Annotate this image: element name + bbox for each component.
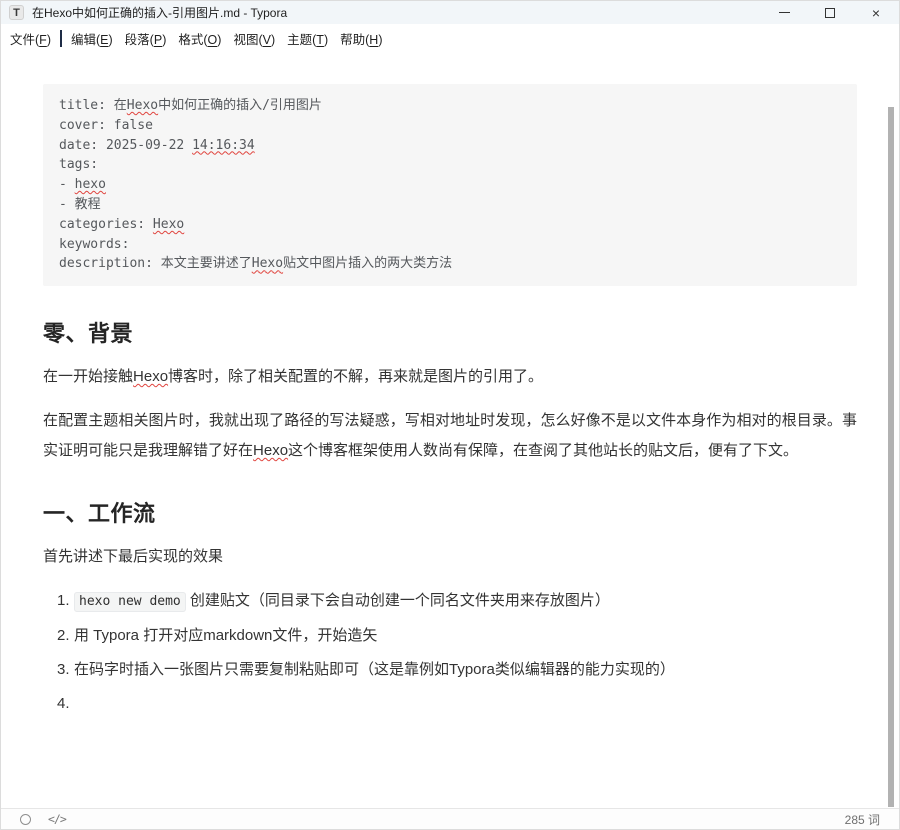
word-count: 285 词 [845, 811, 880, 828]
menu-edit[interactable]: 编辑(E) [65, 26, 119, 51]
text-caret [60, 30, 62, 47]
list-item-text: 用 Typora 打开对应markdown文件，开始造矢 [74, 621, 377, 651]
titlebar: T 在Hexo中如何正确的插入-引用图片.md - Typora × [1, 1, 899, 24]
menu-format[interactable]: 格式(O) [172, 26, 227, 51]
frontmatter-line: tags: [59, 155, 841, 175]
typora-app-icon: T [9, 5, 24, 20]
list-marker: 1. [57, 586, 74, 617]
paragraph: 在一开始接触Hexo博客时，除了相关配置的不解，再来就是图片的引用了。 [43, 362, 857, 392]
list-item-text: hexo new demo 创建贴文（同目录下会自动创建一个同名文件夹用来存放图… [74, 586, 610, 617]
list-item: 2. 用 Typora 打开对应markdown文件，开始造矢 [57, 621, 857, 651]
frontmatter-line: title: 在Hexo中如何正确的插入/引用图片 [59, 96, 841, 116]
paragraph: 首先讲述下最后实现的效果 [43, 542, 857, 572]
scrollbar-thumb[interactable] [888, 107, 894, 807]
frontmatter-line: - 教程 [59, 195, 841, 215]
typora-window: T 在Hexo中如何正确的插入-引用图片.md - Typora × 文件(F)… [0, 0, 900, 830]
yaml-frontmatter-block[interactable]: title: 在Hexo中如何正确的插入/引用图片 cover: false d… [43, 84, 857, 286]
frontmatter-line: cover: false [59, 116, 841, 136]
frontmatter-line: categories: Hexo [59, 215, 841, 235]
list-marker: 3. [57, 655, 74, 685]
minimize-button[interactable] [761, 1, 807, 24]
list-item: 1. hexo new demo 创建贴文（同目录下会自动创建一个同名文件夹用来… [57, 586, 857, 617]
heading-workflow: 一、工作流 [43, 496, 857, 528]
menubar: 文件(F) 编辑(E) 段落(P) 格式(O) 视图(V) 主题(T) 帮助(H… [1, 24, 899, 52]
menu-theme[interactable]: 主题(T) [281, 26, 334, 51]
heading-background: 零、背景 [43, 316, 857, 348]
paragraph: 在配置主题相关图片时，我就出现了路径的写法疑惑，写相对地址时发现，怎么好像不是以… [43, 406, 857, 466]
ordered-list: 1. hexo new demo 创建贴文（同目录下会自动创建一个同名文件夹用来… [57, 586, 857, 719]
frontmatter-line: date: 2025-09-22 14:16:34 [59, 136, 841, 156]
editor-content[interactable]: title: 在Hexo中如何正确的插入/引用图片 cover: false d… [1, 52, 899, 808]
frontmatter-line: - hexo [59, 175, 841, 195]
frontmatter-line: description: 本文主要讲述了Hexo贴文中图片插入的两大类方法 [59, 254, 841, 274]
menu-paragraph[interactable]: 段落(P) [119, 26, 173, 51]
list-item: 4. [57, 689, 857, 719]
list-item-text: 在码字时插入一张图片只需要复制粘贴即可（这是靠例如Typora类似编辑器的能力实… [74, 655, 675, 685]
maximize-button[interactable] [807, 1, 853, 24]
close-button[interactable]: × [853, 1, 899, 24]
menu-view[interactable]: 视图(V) [227, 26, 281, 51]
menu-help[interactable]: 帮助(H) [334, 26, 388, 51]
window-title: 在Hexo中如何正确的插入-引用图片.md - Typora [32, 4, 287, 21]
list-item: 3. 在码字时插入一张图片只需要复制粘贴即可（这是靠例如Typora类似编辑器的… [57, 655, 857, 685]
list-marker: 4. [57, 689, 74, 719]
statusbar: </> 285 词 [1, 808, 899, 829]
frontmatter-line: keywords: [59, 235, 841, 255]
window-controls: × [761, 1, 899, 24]
list-marker: 2. [57, 621, 74, 651]
circle-icon[interactable] [20, 814, 31, 825]
source-code-mode-icon[interactable]: </> [48, 812, 66, 826]
menu-file[interactable]: 文件(F) [4, 26, 57, 51]
